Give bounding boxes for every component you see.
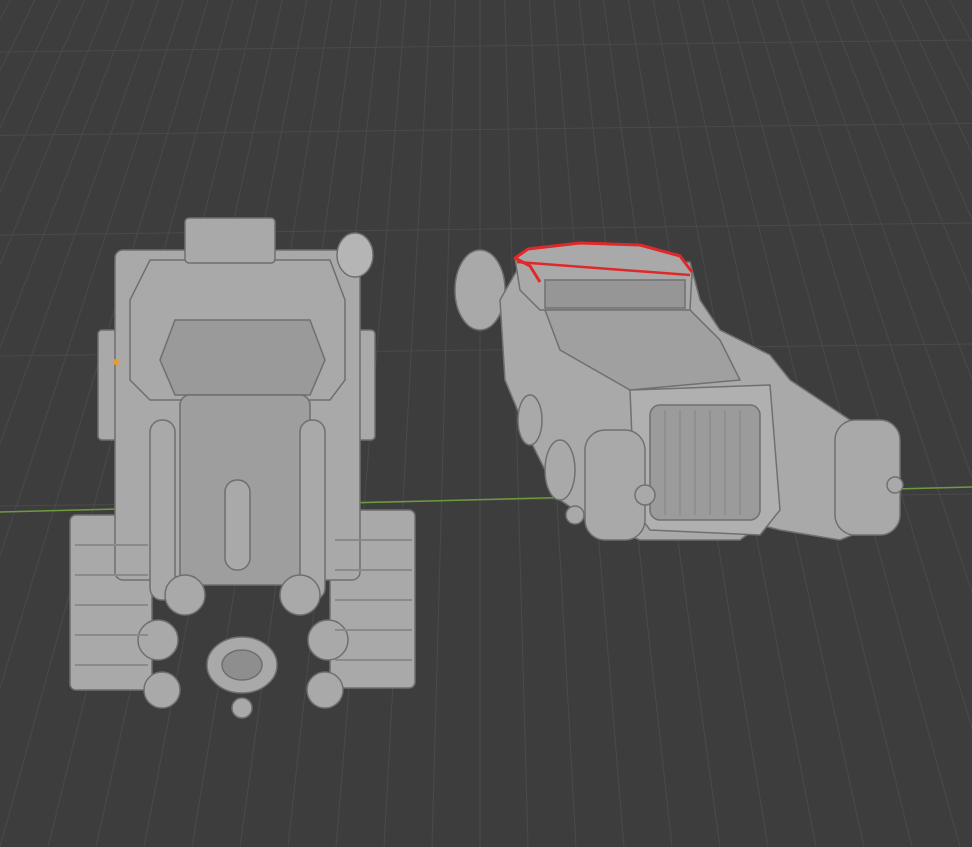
headlight-l [634, 484, 656, 506]
3d-viewport[interactable] [0, 0, 972, 847]
car-model[interactable] [0, 0, 972, 847]
headlight-r [565, 505, 585, 525]
mid-wheel [544, 439, 576, 501]
rear-wheel [454, 249, 506, 331]
side-lamp [886, 476, 904, 494]
rear-axle-wheel [517, 394, 543, 446]
grille [649, 404, 761, 521]
windshield [544, 279, 686, 309]
left-fender [584, 429, 646, 541]
right-fender [834, 419, 901, 536]
